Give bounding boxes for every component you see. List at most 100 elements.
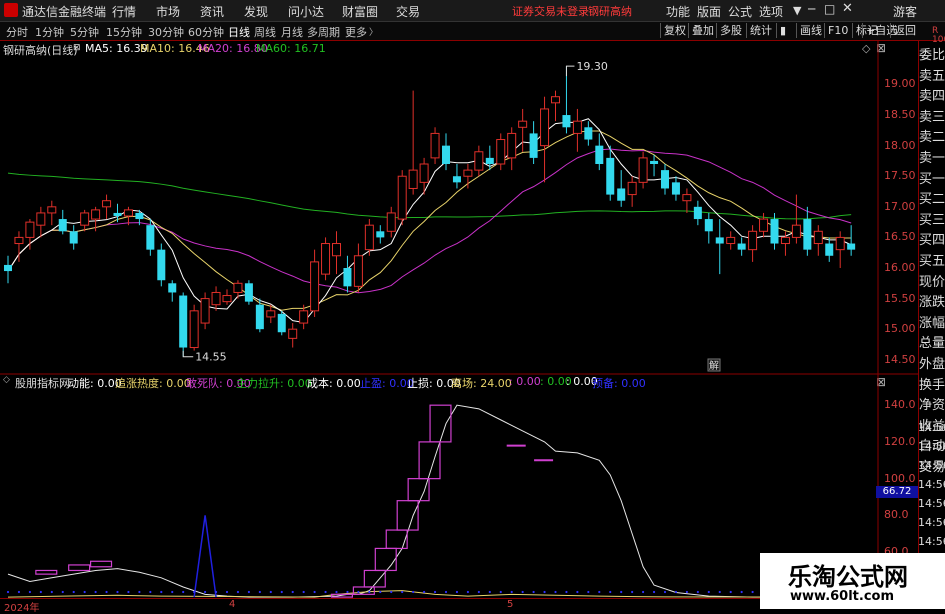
candle-body[interactable]	[168, 283, 177, 293]
side-item-13: 涨幅	[919, 315, 945, 331]
candle-body[interactable]	[442, 145, 450, 164]
candle-body[interactable]	[791, 224, 801, 238]
candle-body[interactable]	[813, 230, 823, 245]
candle-body[interactable]	[452, 176, 461, 183]
candle-body[interactable]	[650, 160, 659, 164]
candle-body[interactable]	[200, 298, 210, 324]
candle-body[interactable]	[847, 243, 856, 250]
candle-body[interactable]	[14, 236, 24, 245]
candle-body[interactable]	[135, 212, 144, 220]
candle-body[interactable]	[386, 212, 396, 232]
candle-body[interactable]	[693, 206, 702, 220]
candle-body[interactable]	[4, 264, 12, 272]
candle-body[interactable]	[146, 225, 155, 250]
candle-body[interactable]	[36, 212, 46, 226]
candle-body[interactable]	[638, 157, 648, 183]
candle-body[interactable]	[529, 133, 538, 158]
side-item-10: 买五	[919, 254, 945, 269]
indicator-field-3: 主力拉升: 0.00	[236, 377, 312, 390]
candle-body[interactable]	[507, 132, 517, 159]
candle-body[interactable]	[485, 157, 494, 164]
candle-body[interactable]	[803, 219, 812, 250]
prep-dot	[171, 590, 174, 594]
prep-dot	[598, 590, 601, 594]
candle-body[interactable]	[463, 169, 473, 177]
side-panel-mini-label: R100	[932, 26, 945, 45]
ma60-line	[7, 172, 852, 220]
candle-body[interactable]	[748, 230, 758, 251]
prep-dot	[696, 590, 699, 594]
candle-body[interactable]	[540, 108, 550, 147]
candle-body[interactable]	[704, 219, 713, 232]
candle-body[interactable]	[299, 310, 309, 324]
candle-body[interactable]	[102, 200, 112, 208]
indicator-toggle-icon[interactable]: ◇	[3, 375, 10, 385]
candle-body[interactable]	[332, 243, 341, 257]
candle-body[interactable]	[518, 120, 528, 128]
candle-body[interactable]	[321, 243, 331, 275]
indicator-tick-3: 80.0	[884, 508, 909, 522]
candle-body[interactable]	[661, 170, 669, 189]
candle-body[interactable]	[397, 175, 407, 220]
candle-body[interactable]	[123, 209, 133, 217]
candle-body[interactable]	[255, 304, 264, 330]
candle-body[interactable]	[266, 310, 276, 318]
candle-body[interactable]	[189, 310, 199, 349]
candle-body[interactable]	[780, 236, 790, 245]
prep-dot	[50, 590, 53, 594]
candle-body[interactable]	[91, 209, 101, 220]
candle-body[interactable]	[222, 295, 232, 303]
candle-body[interactable]	[595, 145, 604, 164]
candle-body[interactable]	[244, 283, 253, 302]
candle-body[interactable]	[606, 157, 615, 195]
candle-body[interactable]	[113, 212, 122, 216]
candle-body[interactable]	[759, 218, 769, 232]
candle-body[interactable]	[277, 313, 286, 333]
price-tick-9: 14.50	[884, 352, 916, 366]
candle-body[interactable]	[288, 328, 298, 339]
candle-body[interactable]	[179, 295, 188, 348]
candle-body[interactable]	[233, 282, 243, 293]
candle-body[interactable]	[770, 219, 779, 244]
prep-dot	[499, 590, 502, 594]
candle-body[interactable]	[25, 221, 35, 238]
prep-dot	[72, 590, 75, 594]
candle-body[interactable]	[211, 291, 221, 306]
candle-body[interactable]	[364, 224, 374, 251]
candle-body[interactable]	[835, 236, 845, 251]
low-marker-line	[182, 350, 194, 358]
candle-body[interactable]	[584, 127, 593, 140]
candle-body[interactable]	[627, 181, 637, 196]
candle-body[interactable]	[430, 132, 440, 159]
candle-body[interactable]	[825, 243, 834, 256]
candle-body[interactable]	[69, 231, 78, 244]
candle-body[interactable]	[572, 120, 582, 134]
candle-body[interactable]	[343, 268, 352, 287]
candle-body[interactable]	[47, 206, 57, 214]
prep-dot	[412, 590, 415, 594]
candle-body[interactable]	[408, 169, 418, 189]
squad-box	[407, 478, 430, 502]
candle-body[interactable]	[353, 255, 363, 287]
prep-dot	[620, 590, 623, 594]
candle-body[interactable]	[496, 139, 506, 165]
candle-body[interactable]	[551, 96, 560, 104]
candle-body[interactable]	[310, 261, 320, 312]
candle-body[interactable]	[157, 249, 166, 281]
candle-body[interactable]	[376, 231, 385, 238]
candle-body[interactable]	[682, 194, 692, 202]
price-tick-5: 16.50	[884, 230, 916, 244]
candle-body[interactable]	[80, 212, 90, 226]
indicator-name[interactable]: 股朋指标网	[15, 375, 70, 391]
candle-body[interactable]	[671, 182, 680, 195]
candle-body[interactable]	[617, 188, 626, 201]
candle-body[interactable]	[474, 151, 484, 171]
candle-body[interactable]	[726, 236, 736, 245]
candle-body[interactable]	[715, 237, 724, 244]
indicator-value-box: 66.72	[876, 486, 918, 498]
kline-chart[interactable]: 19.30 14.55 解	[0, 0, 945, 609]
candle-body[interactable]	[562, 115, 571, 128]
candle-body[interactable]	[58, 219, 67, 232]
candle-body[interactable]	[419, 163, 429, 183]
candle-body[interactable]	[737, 243, 746, 250]
